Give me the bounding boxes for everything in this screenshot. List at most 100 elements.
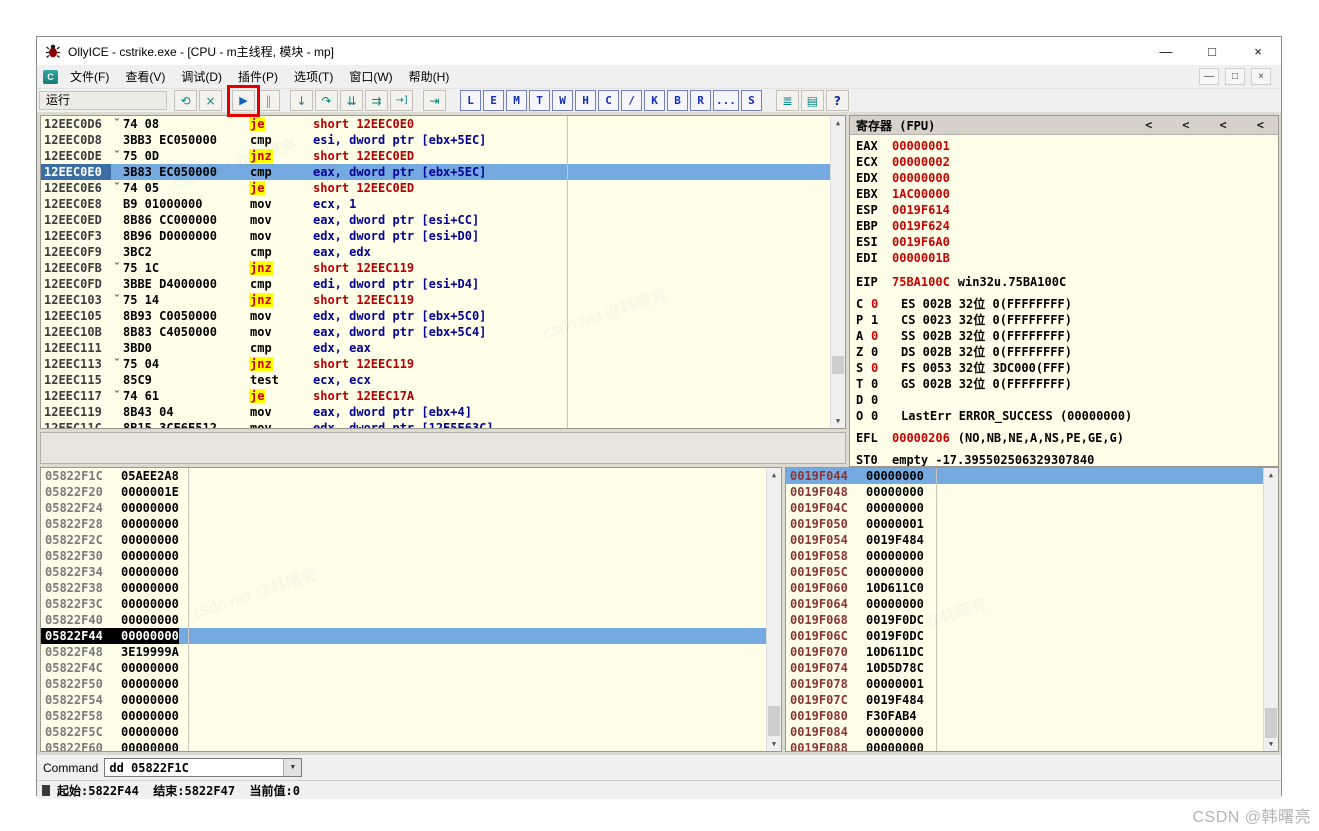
disassembly-row[interactable]: 12EEC0E0 3B83 EC050000 cmp eax, dword pt… [41,164,831,180]
flag-row[interactable]: Z0DS 002B 32位 0(FFFFFFFF) [850,344,1278,360]
flag-row[interactable]: D0 [850,392,1278,408]
flag-row[interactable]: A0SS 002B 32位 0(FFFFFFFF) [850,328,1278,344]
cpu-window-button[interactable]: C [598,90,619,111]
register-row[interactable]: ECX00000002 [850,154,1278,170]
call-stack-window-button[interactable]: K [644,90,665,111]
dump-row[interactable]: 05822F4000000000 [41,612,767,628]
disassembly-row[interactable]: 12EEC111 3BD0 cmp edx, eax [41,340,831,356]
dump-row[interactable]: 05822F3800000000 [41,580,767,596]
header-angle-button[interactable]: < [1257,118,1264,132]
register-row[interactable]: EDI0000001B [850,250,1278,266]
disassembly-row[interactable]: 12EEC115 85C9 test ecx, ecx [41,372,831,388]
disassembly-pane[interactable]: 12EEC0D6 ˇ 74 08 je short 12EEC0E0 12EEC… [40,115,846,429]
stack-row[interactable]: 0019F06400000000 [786,596,1264,612]
disassembly-row[interactable]: 12EEC0E8 B9 01000000 mov ecx, 1 [41,196,831,212]
stack-row[interactable]: 0019F0540019F484 [786,532,1264,548]
scroll-up-icon[interactable]: ▲ [831,116,845,130]
disassembly-row[interactable]: 12EEC0FB ˇ 75 1C jnz short 12EEC119 [41,260,831,276]
disassembly-row[interactable]: 12EEC0D6 ˇ 74 08 je short 12EEC0E0 [41,116,831,132]
disassembly-row[interactable]: 12EEC0F9 3BC2 cmp eax, edx [41,244,831,260]
register-row-efl[interactable]: EFL00000206(NO,NB,NE,A,NS,PE,GE,G) [850,430,1278,446]
stack-row[interactable]: 0019F07C0019F484 [786,692,1264,708]
dump-row[interactable]: 05822F3400000000 [41,564,767,580]
dump-row[interactable]: 05822F2400000000 [41,500,767,516]
register-row[interactable]: EDX00000000 [850,170,1278,186]
scroll-thumb[interactable] [768,706,780,736]
menu-item[interactable]: 窗口(W) [341,65,400,88]
disassembly-row[interactable]: 12EEC11C 8B15 3CE6E512 mov edx, dword pt… [41,420,831,428]
disassembly-row[interactable]: 12EEC113 ˇ 75 04 jnz short 12EEC119 [41,356,831,372]
goto-button[interactable]: ⇥ [423,90,446,111]
dump-row[interactable]: 05822F2C00000000 [41,532,767,548]
register-row[interactable]: EAX00000001 [850,138,1278,154]
scroll-down-icon[interactable]: ▼ [1264,737,1278,751]
stack-scrollbar[interactable]: ▲ ▼ [1263,468,1278,751]
memory-window-button[interactable]: M [506,90,527,111]
scroll-down-icon[interactable]: ▼ [831,414,845,428]
stack-pane[interactable]: 0019F04400000000 0019F04800000000 0019F0… [785,467,1279,752]
combo-dropdown-button[interactable]: ▼ [283,759,301,776]
stack-row[interactable]: 0019F0680019F0DC [786,612,1264,628]
breakpoints-window-button[interactable]: B [667,90,688,111]
header-angle-button[interactable]: < [1220,118,1227,132]
disassembly-row[interactable]: 12EEC0F3 8B96 D0000000 mov edx, dword pt… [41,228,831,244]
disassembly-row[interactable]: 12EEC119 8B43 04 mov eax, dword ptr [ebx… [41,404,831,420]
mdi-close-button[interactable]: × [1251,68,1271,85]
run-to-return-button[interactable]: →] [390,90,413,111]
help-button[interactable]: ? [826,90,849,111]
disassembly-row[interactable]: 12EEC105 8B93 C0050000 mov edx, dword pt… [41,308,831,324]
register-row[interactable]: ESP0019F614 [850,202,1278,218]
stack-row[interactable]: 0019F04400000000 [786,468,1264,484]
registers-pane[interactable]: 寄存器 (FPU) <<<< EAX00000001 ECX00000002 [849,115,1279,467]
disassembly-row[interactable]: 12EEC0E6 ˇ 74 05 je short 12EEC0ED [41,180,831,196]
dump-row[interactable]: 05822F5800000000 [41,708,767,724]
dump-row[interactable]: 05822F200000001E [41,484,767,500]
dump-row[interactable]: 05822F6000000000 [41,740,767,751]
pause-button[interactable]: ‖ [257,90,280,111]
stack-row[interactable]: 0019F04800000000 [786,484,1264,500]
dump-row[interactable]: 05822F3000000000 [41,548,767,564]
run-button[interactable]: ▶ [232,90,255,111]
cpu-window-icon[interactable]: C [43,70,58,84]
register-row[interactable]: EBP0019F624 [850,218,1278,234]
stack-row[interactable]: 0019F080F30FAB4 [786,708,1264,724]
close-debuggee-button[interactable]: × [199,90,222,111]
disassembly-row[interactable]: 12EEC103 ˇ 75 14 jnz short 12EEC119 [41,292,831,308]
restart-button[interactable]: ⟲ [174,90,197,111]
disassembly-row[interactable]: 12EEC0FD 3BBE D4000000 cmp edi, dword pt… [41,276,831,292]
animate-over-button[interactable]: ⇉ [365,90,388,111]
dump-row[interactable]: 05822F5000000000 [41,676,767,692]
disassembly-row[interactable]: 12EEC0ED 8B86 CC000000 mov eax, dword pt… [41,212,831,228]
header-angle-button[interactable]: < [1145,118,1152,132]
animate-into-button[interactable]: ⇊ [340,90,363,111]
patches-window-button[interactable]: / [621,90,642,111]
handles-window-button[interactable]: H [575,90,596,111]
dump-scrollbar[interactable]: ▲ ▼ [766,468,781,751]
appearance-button[interactable]: ▤ [801,90,824,111]
threads-window-button[interactable]: T [529,90,550,111]
stack-row[interactable]: 0019F05000000001 [786,516,1264,532]
register-row-st0[interactable]: ST0empty -17.395502506329307840 [850,452,1278,467]
step-over-button[interactable]: ↷ [315,90,338,111]
stack-row[interactable]: 0019F06C0019F0DC [786,628,1264,644]
register-row[interactable]: ESI0019F6A0 [850,234,1278,250]
close-button[interactable]: × [1235,37,1281,65]
register-row-eip[interactable]: EIP75BA100Cwin32u.75BA100C [850,274,1278,290]
stack-row[interactable]: 0019F06010D611C0 [786,580,1264,596]
windows-window-button[interactable]: W [552,90,573,111]
minimize-button[interactable]: — [1143,37,1189,65]
disassembly-row[interactable]: 12EEC117 ˇ 74 61 je short 12EEC17A [41,388,831,404]
log-window-button[interactable]: L [460,90,481,111]
flag-row[interactable]: T0GS 002B 32位 0(FFFFFFFF) [850,376,1278,392]
flag-row[interactable]: O0LastErr ERROR_SUCCESS (00000000) [850,408,1278,424]
dump-row[interactable]: 05822F5C00000000 [41,724,767,740]
menu-item[interactable]: 调试(D) [173,65,230,88]
command-input[interactable]: dd 05822F1C ▼ [104,758,302,777]
flag-row[interactable]: C0ES 002B 32位 0(FFFFFFFF) [850,296,1278,312]
scroll-up-icon[interactable]: ▲ [1264,468,1278,482]
disassembly-row[interactable]: 12EEC0D8 3BB3 EC050000 cmp esi, dword pt… [41,132,831,148]
flag-row[interactable]: P1CS 0023 32位 0(FFFFFFFF) [850,312,1278,328]
dump-row[interactable]: 05822F4400000000 [41,628,767,644]
step-into-button[interactable]: ↓ [290,90,313,111]
dump-row[interactable]: 05822F2800000000 [41,516,767,532]
